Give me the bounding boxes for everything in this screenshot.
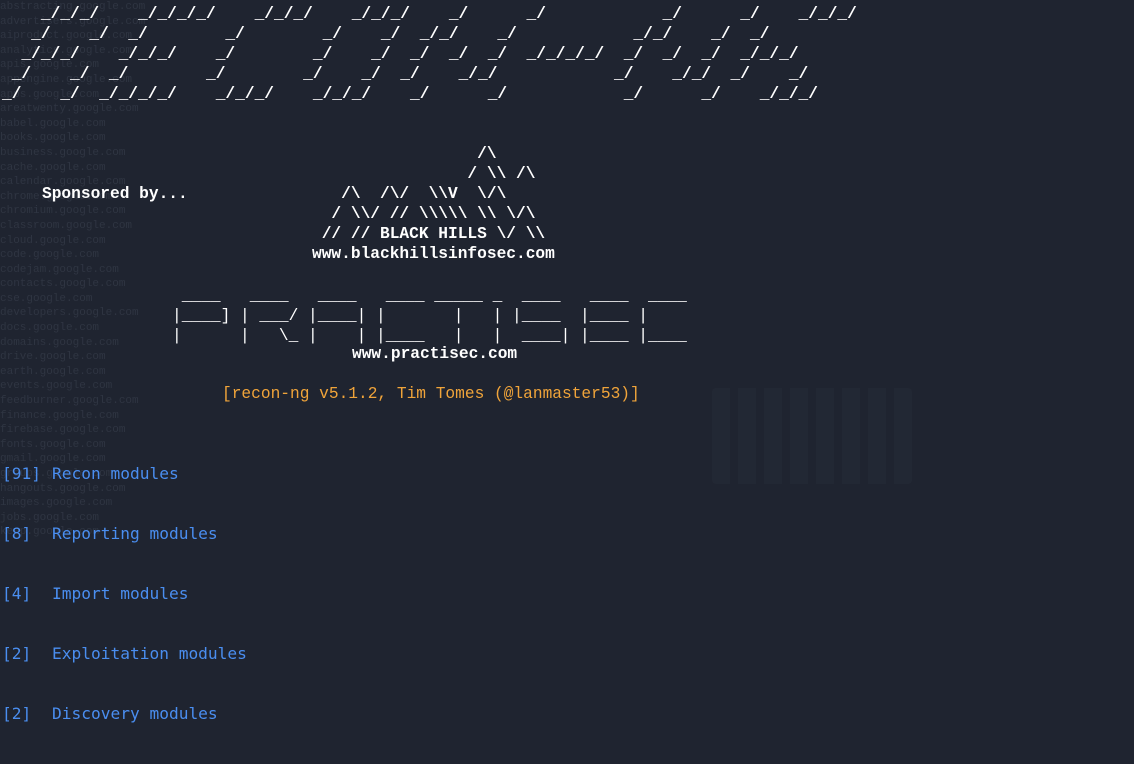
module-label: Discovery modules <box>52 704 218 723</box>
recon-ng-ascii-banner: _/_/_/ _/_/_/_/ _/_/_/ _/_/_/ _/ _/ _/ _… <box>2 5 857 103</box>
module-count: [8] <box>2 524 32 543</box>
module-line: [8] Reporting modules <box>2 524 247 544</box>
black-hills-logo-art: /\ / \\ /\ /\ /\/ \\V \/\ / \\/ // \\\\\… <box>321 145 546 243</box>
black-hills-url: www.blackhillsinfosec.com <box>312 245 555 263</box>
module-label: Exploitation modules <box>52 644 247 663</box>
module-line: [2] Exploitation modules <box>2 644 247 664</box>
module-line: [91] Recon modules <box>2 464 247 484</box>
version-line: [recon-ng v5.1.2, Tim Tomes (@lanmaster5… <box>222 385 640 403</box>
terminal-window[interactable]: abstracting.google.com advertisers.googl… <box>0 0 1134 723</box>
module-line: [2] Discovery modules <box>2 704 247 724</box>
module-label: Import modules <box>52 584 189 603</box>
module-count: [91] <box>2 464 41 483</box>
module-label: Recon modules <box>52 464 179 483</box>
practisec-logo-art: ____ ____ ____ ____ _____ _ ____ ____ __… <box>172 287 687 345</box>
module-label: Reporting modules <box>52 524 218 543</box>
practisec-url: www.practisec.com <box>352 345 518 363</box>
module-count: [2] <box>2 704 32 723</box>
module-count: [2] <box>2 644 32 663</box>
module-count: [4] <box>2 584 32 603</box>
background-watermark <box>712 388 912 484</box>
module-summary-list: [91] Recon modules [8] Reporting modules [… <box>2 424 247 764</box>
module-line: [4] Import modules <box>2 584 247 604</box>
sponsored-by-label: Sponsored by... <box>42 185 188 203</box>
